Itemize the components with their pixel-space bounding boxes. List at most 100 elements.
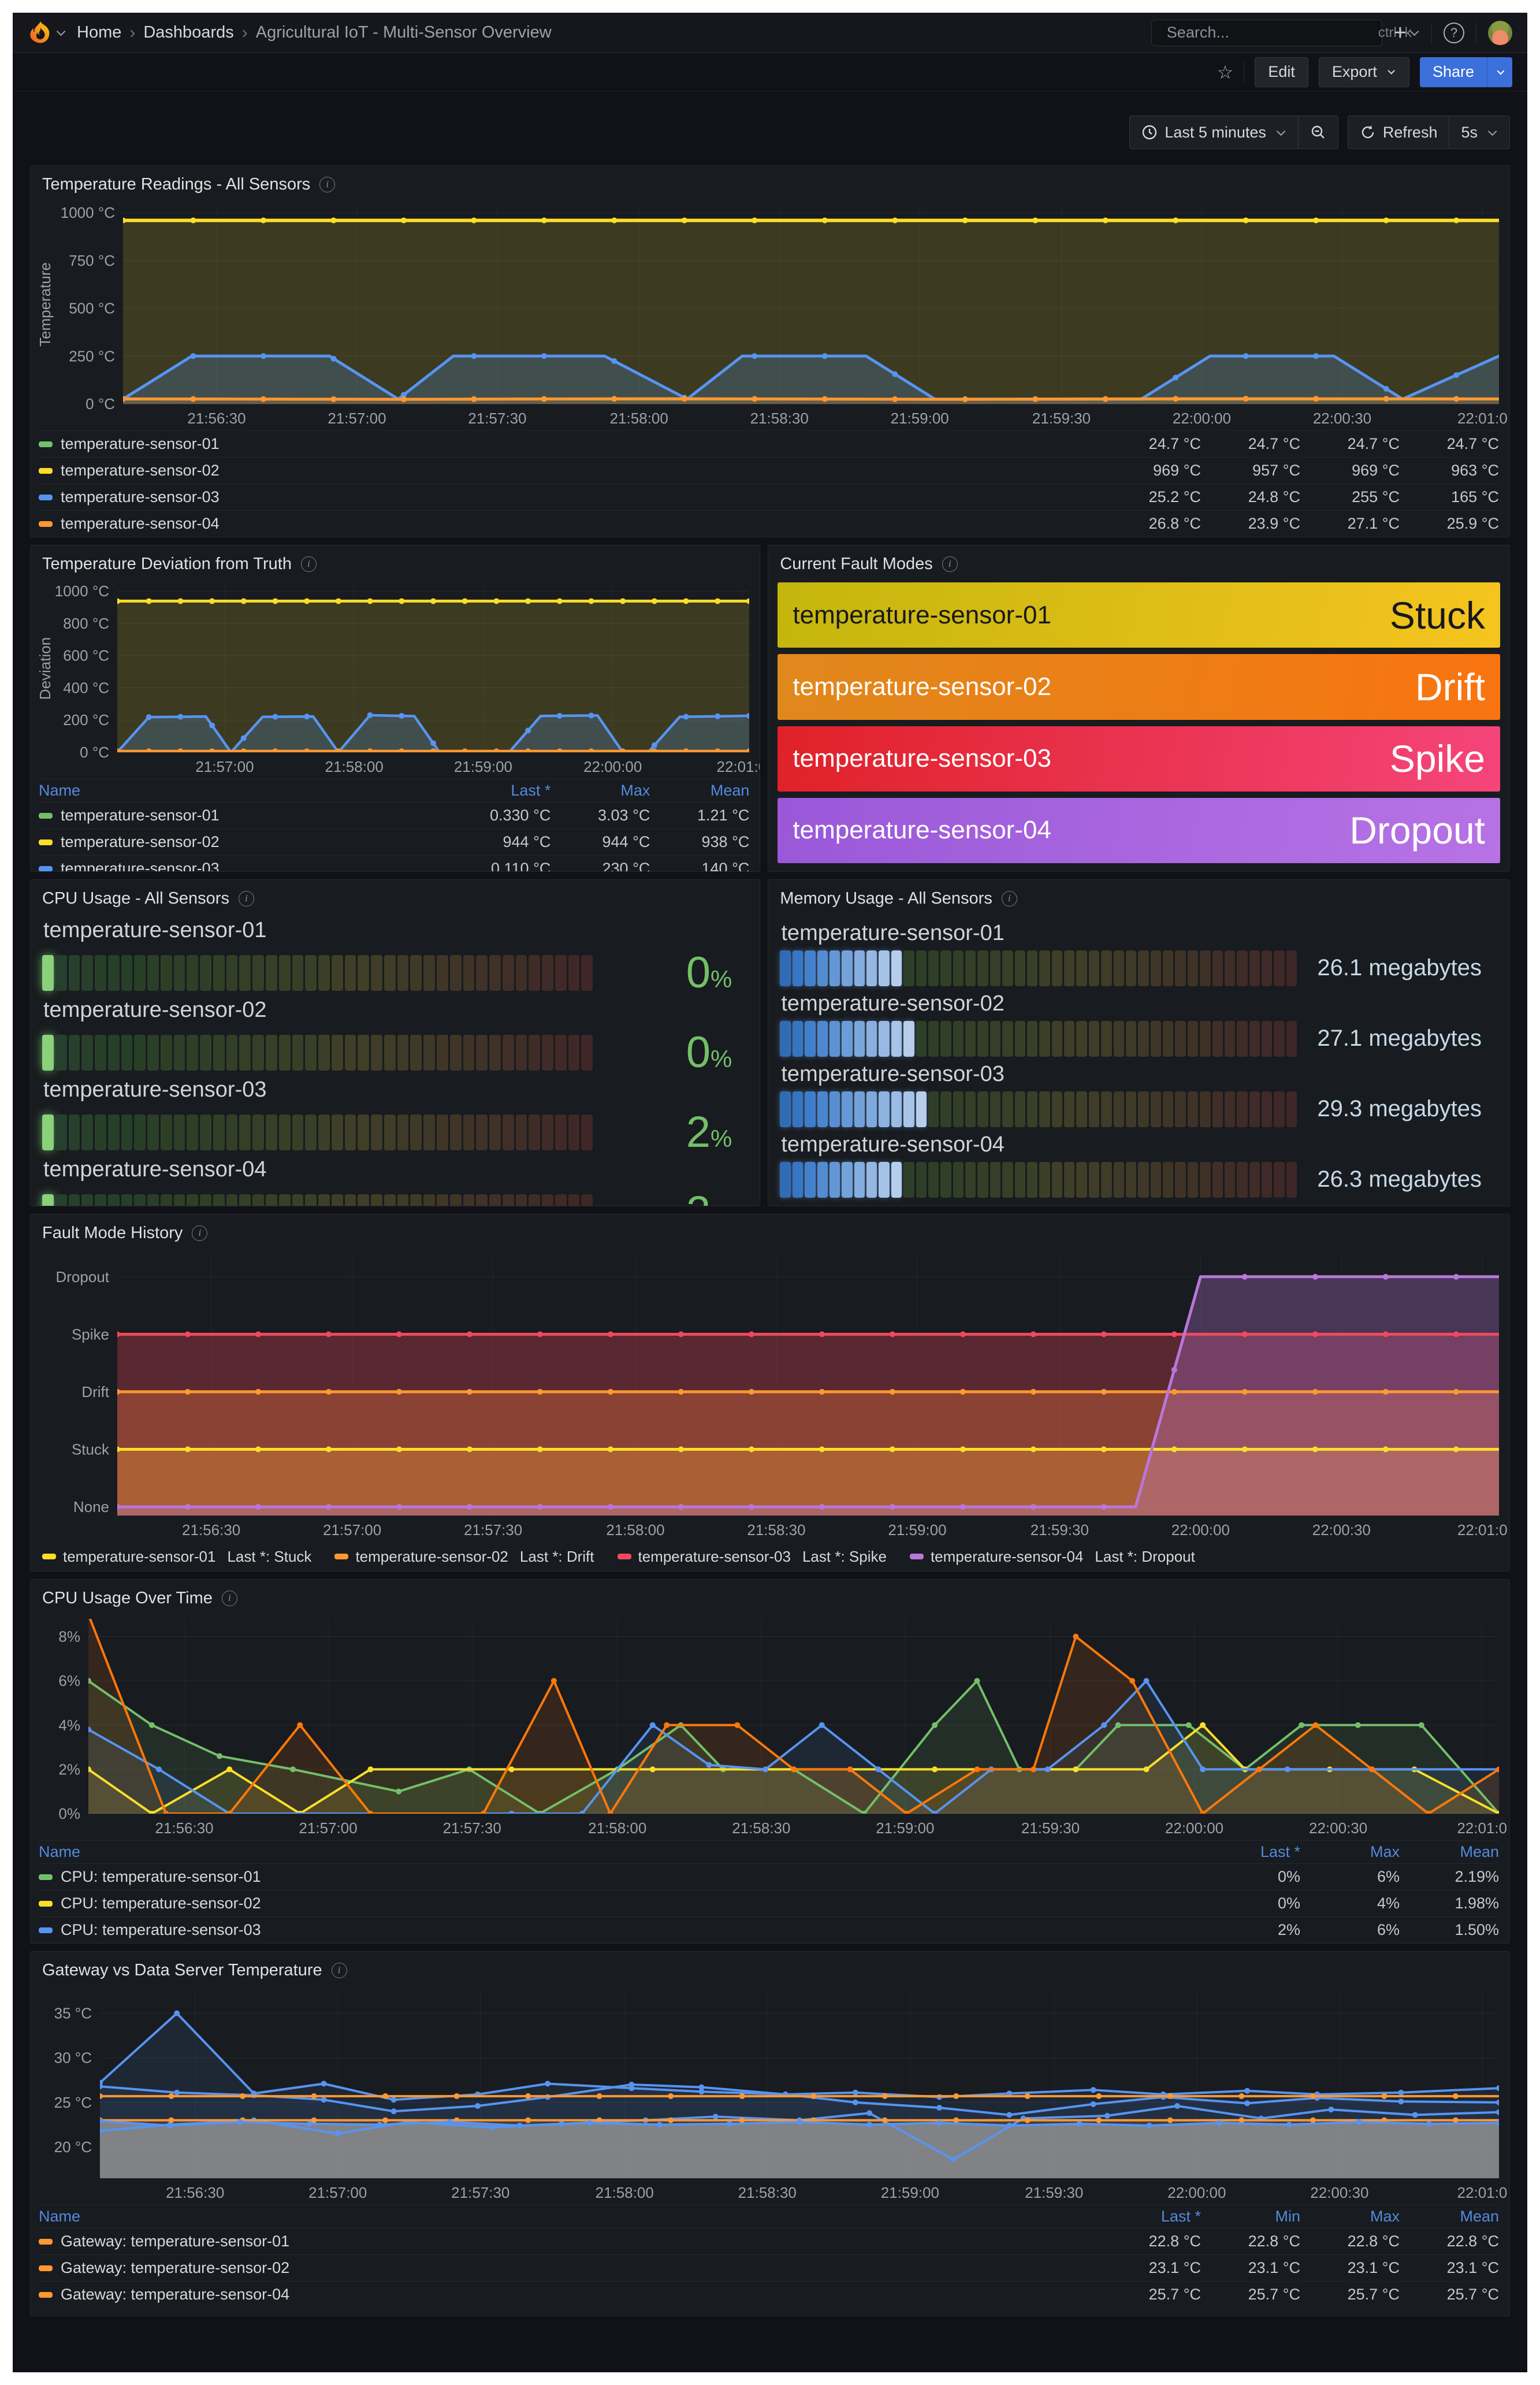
avatar[interactable] (1488, 21, 1512, 45)
legend-header-stat[interactable]: Mean (1400, 1843, 1499, 1861)
legend-series-label[interactable]: temperature-sensor-03 (39, 860, 451, 872)
panel-title[interactable]: Memory Usage - All Sensors (780, 889, 992, 908)
breadcrumb-dashboards[interactable]: Dashboards (143, 23, 233, 42)
gauge-cell (1237, 1021, 1247, 1057)
refresh-interval-picker[interactable]: 5s (1449, 116, 1509, 148)
gauge-cell (266, 1194, 277, 1207)
legend-series-label[interactable]: temperature-sensor-01 (39, 807, 451, 824)
legend-header-stat[interactable]: Max (1300, 2208, 1400, 2226)
legend-series-label[interactable]: CPU: temperature-sensor-03 (39, 1921, 1201, 1939)
svg-text:21:56:30: 21:56:30 (166, 2184, 224, 2201)
legend-series-label[interactable]: Gateway: temperature-sensor-04 (39, 2286, 1102, 2304)
gauge-cell (1249, 950, 1260, 986)
legend-series-label[interactable]: temperature-sensor-04Last *: Dropout (910, 1548, 1195, 1566)
gauge-cell (1039, 1091, 1050, 1127)
panel-title[interactable]: Temperature Readings - All Sensors (42, 175, 310, 194)
legend-series-label[interactable]: Gateway: temperature-sensor-01 (39, 2232, 1102, 2250)
gauge-cell (1076, 1091, 1087, 1127)
gauge-cell (805, 950, 815, 986)
edit-button[interactable]: Edit (1255, 57, 1308, 87)
breadcrumb-home[interactable]: Home (77, 23, 121, 42)
fault-mode-history-chart[interactable]: 21:56:3021:57:0021:57:3021:58:0021:58:30… (31, 1246, 1509, 1542)
gauge-cell (1163, 1021, 1173, 1057)
gauge-row: temperature-sensor-0227.1 megabytes (780, 989, 1498, 1059)
gauge-track (42, 955, 593, 991)
temperature-readings-chart[interactable]: 21:56:3021:57:0021:57:3021:58:0021:58:30… (31, 197, 1509, 430)
info-icon[interactable]: i (319, 177, 335, 192)
legend-series-label[interactable]: temperature-sensor-03Last *: Spike (618, 1548, 887, 1566)
cpu-over-time-chart[interactable]: 21:56:3021:57:0021:57:3021:58:0021:58:30… (31, 1611, 1509, 1840)
legend-header-stat[interactable]: Max (550, 782, 650, 800)
series-color-swatch (39, 866, 53, 872)
legend-header-stat[interactable]: Last * (451, 782, 550, 800)
add-menu-button[interactable]: + (1394, 22, 1420, 44)
legend-series-label[interactable]: temperature-sensor-04 (39, 515, 1102, 533)
series-color-swatch (39, 441, 53, 447)
legend-header-stat[interactable]: Min (1201, 2208, 1300, 2226)
legend-header-stat[interactable]: Mean (1400, 2208, 1499, 2226)
series-color-swatch (39, 468, 53, 474)
search-input[interactable]: ctrl+k (1151, 20, 1382, 46)
panel-title[interactable]: Current Fault Modes (780, 555, 932, 574)
gauge-cell (1089, 950, 1099, 986)
panel-title[interactable]: CPU Usage Over Time (42, 1589, 213, 1608)
gauge-cell (108, 1035, 120, 1071)
time-range-picker[interactable]: Last 5 minutes (1130, 116, 1298, 148)
legend-header-stat[interactable]: Max (1300, 1843, 1400, 1861)
info-icon[interactable]: i (239, 891, 254, 907)
search-field[interactable] (1166, 23, 1372, 42)
info-icon[interactable]: i (301, 556, 317, 572)
svg-text:22:00:00: 22:00:00 (1173, 410, 1231, 427)
star-icon[interactable]: ☆ (1217, 61, 1234, 83)
legend-series-label[interactable]: Gateway: temperature-sensor-02 (39, 2259, 1102, 2277)
export-button[interactable]: Export (1319, 57, 1409, 87)
grafana-logo-icon[interactable] (28, 20, 53, 46)
gauge-cell (134, 1194, 146, 1207)
gauge-cell (1089, 1091, 1099, 1127)
info-icon[interactable]: i (192, 1225, 207, 1241)
gauge-cell (318, 1115, 330, 1150)
logo-chevron-down-icon[interactable] (57, 27, 66, 36)
gateway-temperature-chart[interactable]: 21:56:3021:57:0021:57:3021:58:0021:58:30… (31, 1983, 1509, 2205)
svg-text:4%: 4% (58, 1717, 80, 1734)
gauge-cell (69, 1035, 80, 1071)
legend-header-name[interactable]: Name (39, 1843, 1201, 1861)
gauge-cell (450, 955, 462, 991)
info-icon[interactable]: i (332, 1963, 347, 1978)
legend-series-label[interactable]: temperature-sensor-01Last *: Stuck (42, 1548, 311, 1566)
gauge-cell (1064, 1091, 1074, 1127)
panel-title[interactable]: Temperature Deviation from Truth (42, 555, 292, 574)
panel-title[interactable]: CPU Usage - All Sensors (42, 889, 229, 908)
panel-title[interactable]: Gateway vs Data Server Temperature (42, 1961, 322, 1980)
legend-header-stat[interactable]: Mean (650, 782, 749, 800)
info-icon[interactable]: i (222, 1591, 237, 1606)
legend-header-stat[interactable]: Last * (1201, 1843, 1300, 1861)
help-icon[interactable]: ? (1444, 23, 1464, 43)
chevron-down-icon (1410, 27, 1419, 36)
legend-series-label[interactable]: temperature-sensor-02 (39, 833, 451, 851)
gauge-cell (1002, 1091, 1013, 1127)
temperature-deviation-chart[interactable]: 21:57:0021:58:0021:59:0022:00:0022:01:00… (31, 577, 760, 779)
legend-header-name[interactable]: Name (39, 782, 451, 800)
svg-text:22:00:00: 22:00:00 (1165, 1819, 1223, 1837)
panel-title[interactable]: Fault Mode History (42, 1224, 183, 1243)
legend-series-label[interactable]: temperature-sensor-02Last *: Drift (334, 1548, 594, 1566)
legend-header-stat[interactable]: Last * (1102, 2208, 1201, 2226)
share-button[interactable]: Share (1420, 57, 1487, 87)
legend-value: 25.7 °C (1300, 2286, 1400, 2304)
legend-header-name[interactable]: Name (39, 2208, 1102, 2226)
legend-series-label[interactable]: CPU: temperature-sensor-01 (39, 1868, 1201, 1886)
zoom-out-button[interactable] (1298, 116, 1338, 148)
gauge-cell (266, 1115, 277, 1150)
legend-series-label[interactable]: CPU: temperature-sensor-02 (39, 1894, 1201, 1912)
fault-mode-stat: temperature-sensor-01Stuck (778, 582, 1500, 648)
legend-series-label[interactable]: temperature-sensor-01 (39, 435, 1102, 453)
refresh-button[interactable]: Refresh (1348, 116, 1449, 148)
info-icon[interactable]: i (942, 556, 958, 572)
gauge-cell (780, 1162, 790, 1198)
share-menu-button[interactable] (1487, 57, 1512, 87)
info-icon[interactable]: i (1002, 891, 1017, 907)
legend-value: 963 °C (1400, 462, 1499, 480)
legend-series-label[interactable]: temperature-sensor-02 (39, 462, 1102, 480)
legend-series-label[interactable]: temperature-sensor-03 (39, 488, 1102, 506)
